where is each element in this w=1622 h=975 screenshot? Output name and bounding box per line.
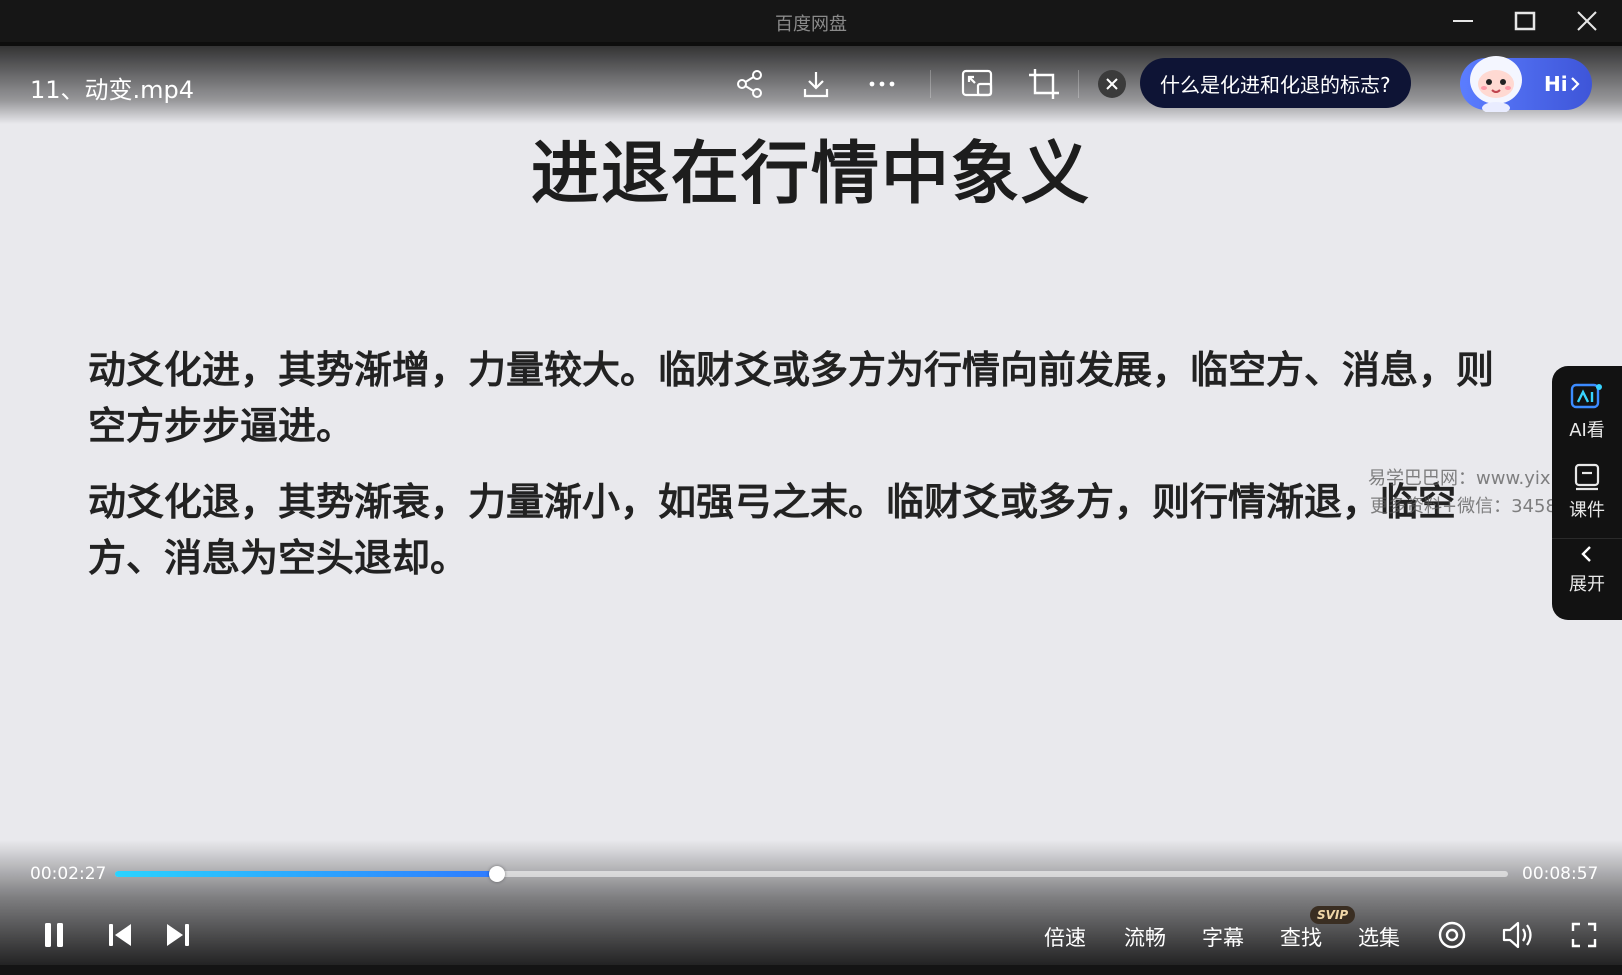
ai-watch-button[interactable]: AI看	[1552, 382, 1622, 456]
side-panel: AI看 课件 展开	[1552, 366, 1622, 620]
progress-played	[115, 871, 497, 877]
chevron-right-icon	[1571, 77, 1580, 91]
search-button[interactable]: 查找	[1280, 922, 1322, 952]
svip-badge: SVIP	[1310, 906, 1356, 924]
previous-icon	[109, 924, 131, 946]
toolbar-divider	[1078, 70, 1079, 98]
share-icon	[737, 70, 762, 98]
speed-button[interactable]: 倍速	[1044, 922, 1086, 952]
progress-bar[interactable]	[115, 866, 1508, 882]
pause-button[interactable]	[36, 914, 72, 956]
close-icon	[1106, 78, 1118, 90]
more-button[interactable]	[862, 64, 902, 104]
pause-icon	[45, 923, 63, 947]
previous-button[interactable]	[102, 914, 138, 956]
episodes-button[interactable]: 选集	[1358, 922, 1400, 952]
ai-assistant-button[interactable]: Hi	[1460, 56, 1592, 112]
minimize-button[interactable]	[1432, 0, 1494, 42]
next-icon	[167, 924, 189, 946]
picture-in-picture-icon	[961, 69, 993, 97]
window-titlebar: 百度网盘	[0, 0, 1622, 42]
file-title: 11、动变.mp4	[30, 76, 195, 104]
slide-paragraph: 动爻化退，其势渐衰，力量渐小，如强弓之末。临财爻或多方，则行情渐退，临空方、消息…	[88, 480, 1457, 580]
side-panel-divider	[1552, 538, 1622, 539]
minimize-icon	[1453, 20, 1473, 22]
maximize-icon	[1514, 11, 1536, 31]
courseware-label: 课件	[1569, 500, 1605, 521]
courseware-icon	[1574, 463, 1600, 491]
fullscreen-icon	[1571, 922, 1597, 948]
progress-handle[interactable]	[488, 866, 505, 882]
duration-time: 00:08:57	[1522, 864, 1599, 884]
ai-question-prompt[interactable]: 什么是化进和化退的标志?	[1140, 58, 1411, 108]
download-button[interactable]	[796, 64, 836, 104]
toolbar-divider	[930, 70, 931, 98]
hi-label: Hi	[1544, 72, 1568, 96]
subtitle-button[interactable]: 字幕	[1202, 922, 1244, 952]
ai-watch-label: AI看	[1569, 420, 1605, 441]
picture-in-picture-button[interactable]	[958, 64, 998, 104]
crop-button[interactable]	[1024, 64, 1064, 104]
danmaku-button[interactable]	[1432, 914, 1472, 956]
close-prompt-button[interactable]	[1098, 70, 1126, 98]
danmaku-icon	[1438, 921, 1466, 949]
slide-paragraph: 动爻化进，其势渐增，力量较大。临财爻或多方为行情向前发展，临空方、消息，则空方步…	[88, 348, 1495, 448]
volume-icon	[1502, 921, 1532, 949]
app-title: 百度网盘	[775, 14, 847, 35]
volume-button[interactable]	[1496, 914, 1540, 956]
current-time: 00:02:27	[30, 864, 107, 884]
courseware-button[interactable]: 课件	[1552, 462, 1622, 536]
slide-title: 进退在行情中象义	[530, 135, 1091, 214]
window-close-button[interactable]	[1556, 0, 1618, 42]
crop-icon	[1029, 69, 1059, 99]
expand-label: 展开	[1569, 574, 1605, 595]
quality-button[interactable]: 流畅	[1124, 922, 1166, 952]
chevron-left-icon	[1581, 546, 1591, 562]
mascot-avatar-icon	[1470, 56, 1522, 112]
maximize-button[interactable]	[1494, 0, 1556, 42]
video-frame[interactable]: 进退在行情中象义 动爻化进，其势渐增，力量较大。临财爻或多方为行情向前发展，临空…	[0, 46, 1622, 965]
expand-panel-button[interactable]: 展开	[1552, 542, 1622, 612]
window-close-icon	[1577, 11, 1597, 31]
more-icon	[869, 81, 895, 87]
share-button[interactable]	[730, 64, 770, 104]
ai-watch-icon	[1570, 383, 1602, 409]
window-bottom-edge	[0, 965, 1622, 975]
download-icon	[803, 72, 829, 98]
fullscreen-button[interactable]	[1564, 914, 1604, 956]
next-button[interactable]	[160, 914, 196, 956]
